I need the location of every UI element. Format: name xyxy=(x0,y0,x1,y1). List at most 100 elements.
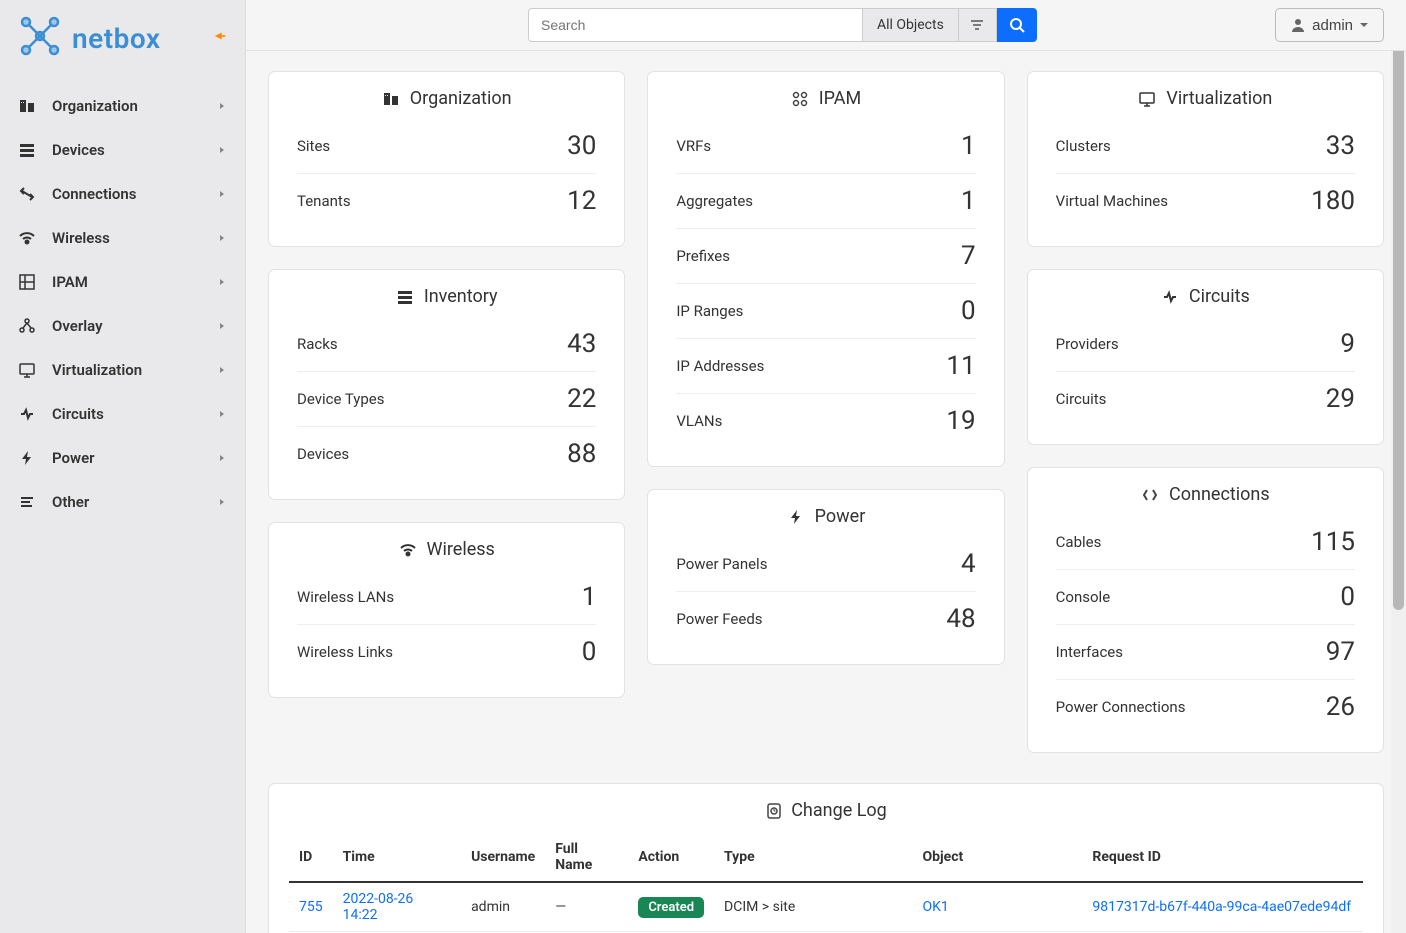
stat-row[interactable]: IP Addresses11 xyxy=(676,339,975,394)
stat-label: Racks xyxy=(297,335,338,353)
stat-row[interactable]: Wireless LANs1 xyxy=(297,570,596,625)
stat-row[interactable]: Prefixes7 xyxy=(676,229,975,284)
search-object-filter[interactable]: All Objects xyxy=(863,8,959,42)
stat-label: Power Panels xyxy=(676,555,767,573)
search-input[interactable] xyxy=(528,8,863,42)
col-header[interactable]: Full Name xyxy=(545,833,628,882)
stat-value: 180 xyxy=(1311,186,1355,216)
virtualization-card: Virtualization Clusters33Virtual Machines… xyxy=(1027,71,1384,247)
chevron-right-icon xyxy=(217,229,227,247)
circuits-card: Circuits Providers 9 Circuits29 xyxy=(1027,269,1384,445)
org-icon xyxy=(18,97,42,115)
stat-row[interactable]: Power Connections26 xyxy=(1056,680,1355,734)
stat-label: Sites xyxy=(297,137,330,155)
sidebar-item-overlay[interactable]: Overlay xyxy=(0,304,245,348)
log-object[interactable]: OK1 xyxy=(912,882,1082,932)
stat-row[interactable]: Devices88 xyxy=(297,427,596,481)
stat-label: VRFs xyxy=(676,137,711,155)
table-row: 7552022-08-26 14:22admin—CreatedDCIM > s… xyxy=(289,882,1363,932)
log-fullname: — xyxy=(545,882,628,932)
log-request-id[interactable]: 9817317d-b67f-440a-99ca-4ae07ede94df xyxy=(1092,899,1351,915)
wireless-icon xyxy=(399,541,417,559)
sidebar-item-connections[interactable]: Connections xyxy=(0,172,245,216)
sidebar-item-power[interactable]: Power xyxy=(0,436,245,480)
stat-row[interactable]: Interfaces97 xyxy=(1056,625,1355,680)
stat-row[interactable]: Aggregates1 xyxy=(676,174,975,229)
sidebar-item-wireless[interactable]: Wireless xyxy=(0,216,245,260)
sidebar-item-virtualization[interactable]: Virtualization xyxy=(0,348,245,392)
stat-row[interactable]: Providers 9 xyxy=(1056,317,1355,372)
nav-label: Devices xyxy=(52,141,105,159)
power-card: Power Power Panels4Power Feeds48 xyxy=(647,489,1004,665)
col-header[interactable]: Object xyxy=(912,833,1082,882)
stat-row[interactable]: Cables115 xyxy=(1056,515,1355,570)
sidebar-item-circuits[interactable]: Circuits xyxy=(0,392,245,436)
search-filter-label: All Objects xyxy=(877,17,944,33)
changelog-icon xyxy=(765,802,783,820)
ipam-card: IPAMVRFs1Aggregates1Prefixes7IP Ranges0I… xyxy=(647,71,1004,467)
col-header[interactable]: Type xyxy=(714,833,912,882)
stat-row[interactable]: Clusters33 xyxy=(1056,119,1355,174)
stat-label: Providers xyxy=(1056,335,1119,353)
stat-row[interactable]: Power Panels4 xyxy=(676,537,975,592)
nav: Organization Devices ConnectionsWirelessIP… xyxy=(0,80,245,524)
stat-label: Aggregates xyxy=(676,192,753,210)
card-title: Power xyxy=(815,506,866,527)
stat-row[interactable]: Tenants12 xyxy=(297,174,596,228)
sidebar-item-ipam[interactable]: IPAM xyxy=(0,260,245,304)
stat-row[interactable]: Sites30 xyxy=(297,119,596,174)
sidebar-item-devices[interactable]: Devices xyxy=(0,128,245,172)
stat-value: 115 xyxy=(1311,527,1355,557)
stat-row[interactable]: Circuits29 xyxy=(1056,372,1355,426)
col-header[interactable]: Request ID xyxy=(1082,833,1363,882)
power-icon xyxy=(787,508,805,526)
card-title: Inventory xyxy=(424,286,498,307)
connections-icon xyxy=(18,185,42,203)
log-time[interactable]: 2022-08-26 14:22 xyxy=(343,891,414,923)
col-header[interactable]: ID xyxy=(289,833,333,882)
organization-icon xyxy=(382,90,400,108)
stat-label: Prefixes xyxy=(676,247,730,265)
filter-button[interactable] xyxy=(959,8,997,42)
card-title: Circuits xyxy=(1189,286,1250,307)
virt-icon xyxy=(18,361,42,379)
stat-row[interactable]: Device Types22 xyxy=(297,372,596,427)
col-header[interactable]: Action xyxy=(628,833,714,882)
stat-row[interactable]: Console0 xyxy=(1056,570,1355,625)
brand[interactable]: netbox xyxy=(0,0,245,80)
stat-value: 1 xyxy=(961,131,976,161)
nav-label: Other xyxy=(52,493,89,511)
stat-row[interactable]: VLANs19 xyxy=(676,394,975,448)
chevron-right-icon xyxy=(217,273,227,291)
nav-label: Circuits xyxy=(52,405,104,423)
search-button[interactable] xyxy=(997,8,1037,42)
chevron-right-icon xyxy=(217,141,227,159)
stat-row[interactable]: Wireless Links0 xyxy=(297,625,596,679)
overlay-icon xyxy=(18,317,42,335)
log-id[interactable]: 755 xyxy=(299,899,323,915)
pin-icon[interactable] xyxy=(213,29,227,47)
col-header[interactable]: Time xyxy=(333,833,461,882)
user-menu[interactable]: admin xyxy=(1275,8,1384,42)
stat-row[interactable]: Racks43 xyxy=(297,317,596,372)
scrollbar[interactable] xyxy=(1391,0,1406,933)
ipam-icon xyxy=(791,90,809,108)
sidebar-item-other[interactable]: Other xyxy=(0,480,245,524)
circuits-icon xyxy=(18,405,42,423)
nav-label: Virtualization xyxy=(52,361,142,379)
sidebar-item-organization[interactable]: Organization xyxy=(0,84,245,128)
card-title: Virtualization xyxy=(1166,88,1272,109)
stat-label: Wireless LANs xyxy=(297,588,394,606)
stat-row[interactable]: IP Ranges0 xyxy=(676,284,975,339)
stat-value: 19 xyxy=(946,406,975,436)
brand-text: netbox xyxy=(72,22,161,55)
stat-row[interactable]: Power Feeds48 xyxy=(676,592,975,646)
stat-label: Clusters xyxy=(1056,137,1111,155)
stat-row[interactable]: Virtual Machines180 xyxy=(1056,174,1355,228)
stat-value: 9 xyxy=(1340,329,1355,359)
chevron-down-icon xyxy=(1359,20,1369,30)
col-header[interactable]: Username xyxy=(461,833,545,882)
user-icon xyxy=(1290,17,1306,33)
stat-row[interactable]: VRFs 1 xyxy=(676,119,975,174)
stat-label: Interfaces xyxy=(1056,643,1123,661)
